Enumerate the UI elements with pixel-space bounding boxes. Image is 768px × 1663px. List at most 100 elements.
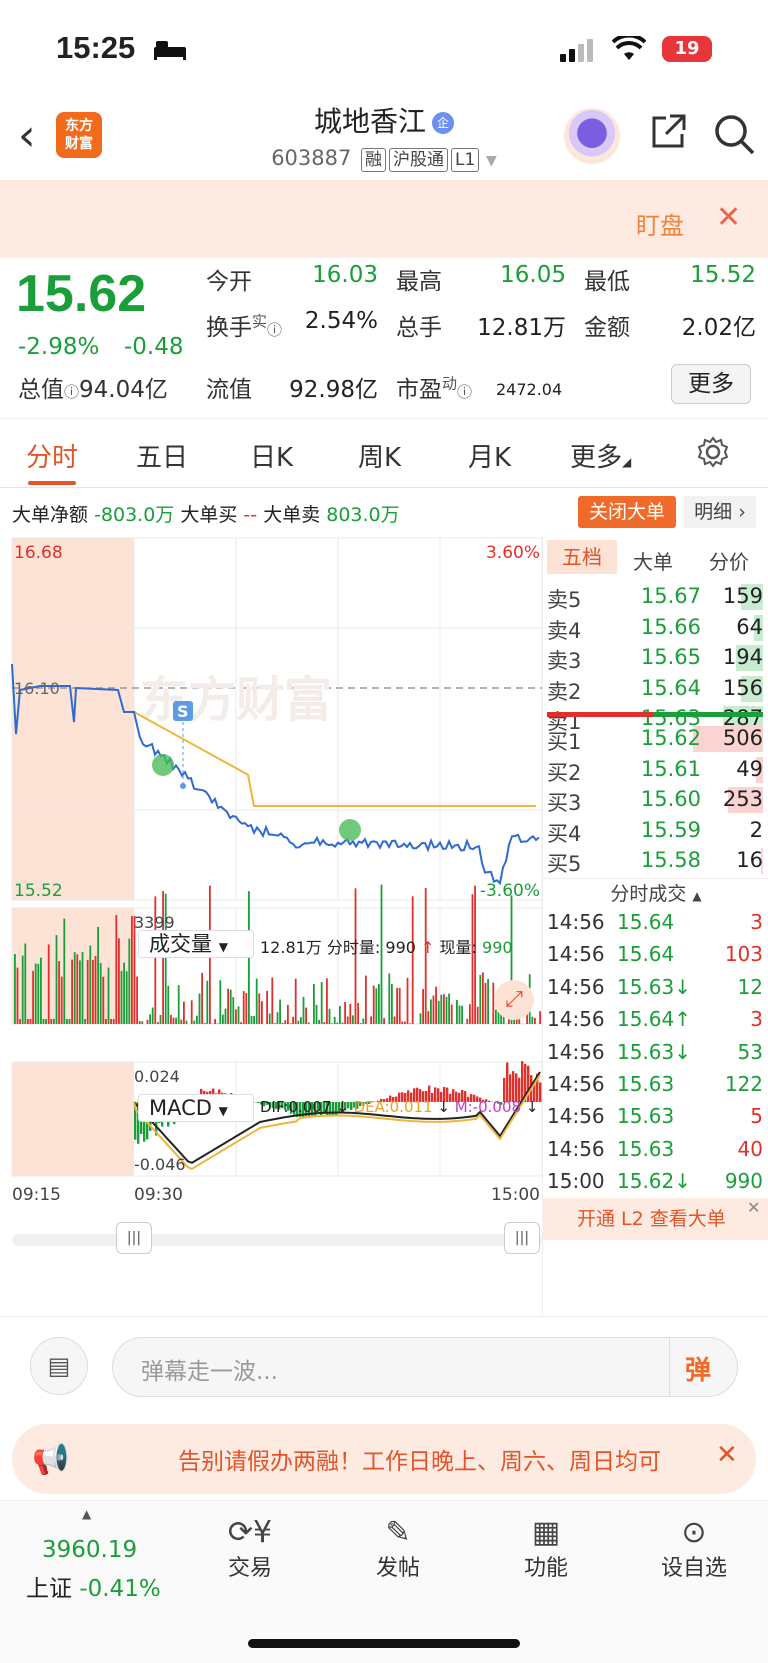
volume-bar bbox=[406, 977, 409, 1024]
volume-bar bbox=[357, 1003, 359, 1024]
volume-bar bbox=[365, 975, 367, 1024]
assistant-robot-icon[interactable] bbox=[564, 108, 620, 164]
danmu-input[interactable]: 弹幕走一波... 弹 bbox=[112, 1337, 738, 1397]
volume-bar bbox=[157, 1022, 159, 1024]
volume-bar bbox=[24, 943, 27, 1024]
tick-title: 分时成交 bbox=[610, 883, 687, 905]
info-icon[interactable]: ⓘ bbox=[64, 383, 79, 401]
level-label: 卖3 bbox=[547, 649, 582, 673]
tab-month-k[interactable]: 月K bbox=[468, 437, 511, 474]
detail-label: 明细 bbox=[694, 501, 733, 523]
expand-icon[interactable]: ⤢ bbox=[494, 980, 534, 1020]
l2-promo-text: 开通 L2 查看大单 bbox=[577, 1208, 726, 1230]
share-icon[interactable] bbox=[648, 112, 688, 152]
tick-row: 14:56 15.63↓ 53 bbox=[543, 1038, 768, 1068]
tab-price-distribution[interactable]: 分价 bbox=[709, 546, 749, 575]
volume-bar bbox=[359, 1023, 362, 1024]
sell-row[interactable]: 卖5 15.67 159 bbox=[543, 582, 768, 612]
tick-price: 15.64 bbox=[617, 910, 675, 934]
tab-five-levels[interactable]: 五档 bbox=[547, 540, 617, 574]
volume-bar bbox=[206, 980, 209, 1024]
tab-more[interactable]: 更多◢ bbox=[570, 437, 631, 474]
volume-bar bbox=[66, 1019, 68, 1024]
tab-intraday[interactable]: 分时 bbox=[26, 437, 78, 474]
close-block-button[interactable]: 关闭大单 bbox=[578, 496, 676, 528]
nav-post[interactable]: ✎ 发帖 bbox=[338, 1515, 458, 1582]
level-label: 买5 bbox=[547, 852, 582, 876]
volume-bar bbox=[320, 982, 323, 1024]
nav-trade[interactable]: ⟳¥ 交易 bbox=[190, 1515, 310, 1582]
chevron-down-icon: ▼ bbox=[218, 1104, 228, 1118]
level-price: 15.60 bbox=[640, 787, 701, 811]
buy-row[interactable]: 买3 15.60 253 bbox=[543, 785, 768, 815]
volume-bar bbox=[250, 1015, 253, 1024]
detail-button[interactable]: 明细 › bbox=[684, 496, 756, 528]
turnover-label-wrap: 换手实ⓘ bbox=[206, 308, 282, 342]
chevron-down-icon: ▼ bbox=[218, 940, 228, 954]
volume-bar bbox=[94, 955, 97, 1024]
nav-functions[interactable]: ▦ 功能 bbox=[486, 1515, 606, 1582]
level-volume: 156 bbox=[722, 675, 763, 700]
range-handle-left[interactable]: ||| bbox=[116, 1222, 152, 1254]
info-icon[interactable]: ⓘ bbox=[457, 383, 472, 401]
buy-row[interactable]: 买4 15.59 2 bbox=[543, 816, 768, 846]
level-price: 15.61 bbox=[640, 756, 701, 781]
search-icon[interactable] bbox=[712, 112, 756, 156]
volume-bar bbox=[55, 935, 58, 1024]
volume-bar bbox=[487, 978, 489, 1024]
sell-row[interactable]: 卖3 15.65 194 bbox=[543, 643, 768, 673]
level-volume: 2 bbox=[749, 817, 763, 842]
sell-row[interactable]: 卖2 15.64 156 bbox=[543, 674, 768, 704]
index-summary[interactable]: 上证 -0.41% bbox=[26, 1569, 161, 1603]
level-volume: 506 bbox=[722, 726, 763, 750]
info-icon[interactable]: ⓘ bbox=[267, 321, 282, 339]
macd-indicator-select[interactable]: MACD ▼ bbox=[138, 1094, 254, 1122]
promo-banner[interactable]: 📢 告别请假办两融！工作日晚上、周六、周日均可 ✕ bbox=[12, 1424, 756, 1494]
settings-gear-icon[interactable] bbox=[696, 435, 730, 469]
volume-bar bbox=[401, 1021, 404, 1024]
volume-bar bbox=[333, 1016, 336, 1024]
close-icon[interactable]: ✕ bbox=[716, 200, 741, 235]
volume-bar bbox=[34, 963, 37, 1024]
chart-area: 东方财富 S 16.68 3.60% 16.10 15.52 -3.60% 3 3… bbox=[0, 536, 768, 1316]
level-price: 15.66 bbox=[640, 614, 701, 639]
danmu-settings-icon[interactable]: ▤ bbox=[30, 1337, 88, 1395]
index-value[interactable]: 3960.19 bbox=[42, 1537, 137, 1563]
watch-label[interactable]: 盯盘 bbox=[636, 206, 684, 241]
buy-row[interactable]: 买1 15.62 506 bbox=[543, 724, 768, 754]
turnover-value: 2.54% bbox=[304, 308, 378, 334]
volume-indicator-select[interactable]: 成交量 ▼ bbox=[138, 930, 254, 958]
volume-bar bbox=[378, 984, 380, 1024]
time-start-label: 09:15 bbox=[12, 1185, 61, 1205]
danmu-send-button[interactable]: 弹 bbox=[685, 1350, 711, 1387]
y-mid-label: 16.10 bbox=[14, 679, 60, 698]
tab-five-day[interactable]: 五日 bbox=[136, 437, 188, 474]
time-range-track[interactable] bbox=[12, 1234, 542, 1246]
range-handle-right[interactable]: ||| bbox=[504, 1222, 540, 1254]
more-circle-icon: ⊙ bbox=[681, 1515, 707, 1550]
nav-watchlist[interactable]: ⊙ 设自选 bbox=[634, 1515, 754, 1582]
tick-volume: 12 bbox=[737, 974, 763, 999]
sell-row[interactable]: 卖4 15.66 64 bbox=[543, 613, 768, 643]
buy-row[interactable]: 买2 15.61 49 bbox=[543, 755, 768, 785]
tick-volume: 990 bbox=[724, 1169, 763, 1194]
dif-value: DIF:0.007 bbox=[260, 1098, 332, 1116]
close-icon[interactable]: ✕ bbox=[747, 1198, 760, 1217]
volume-bar bbox=[450, 1004, 453, 1024]
header: ‹ 东方 财富 城地香江企 603887 融沪股通 L1 ▼ bbox=[0, 90, 768, 180]
volume-bar bbox=[118, 938, 120, 1024]
more-button[interactable]: 更多 bbox=[671, 364, 751, 404]
tick-row: 14:56 15.64↑ 3 bbox=[543, 1005, 768, 1035]
volume-bar bbox=[81, 952, 84, 1024]
volume-bar bbox=[411, 896, 414, 1024]
tab-block-orders[interactable]: 大单 bbox=[633, 546, 673, 575]
tab-week-k[interactable]: 周K bbox=[358, 437, 401, 474]
battery-level: 19 bbox=[674, 38, 700, 59]
l2-promo[interactable]: 开通 L2 查看大单 bbox=[543, 1198, 768, 1240]
volume-bar bbox=[300, 1017, 302, 1024]
volume-bar bbox=[19, 1019, 21, 1024]
close-icon[interactable]: ✕ bbox=[716, 1440, 738, 1470]
volume-bar bbox=[180, 1019, 183, 1024]
buy-row[interactable]: 买5 15.58 16 bbox=[543, 846, 768, 876]
tab-day-k[interactable]: 日K bbox=[250, 437, 293, 474]
